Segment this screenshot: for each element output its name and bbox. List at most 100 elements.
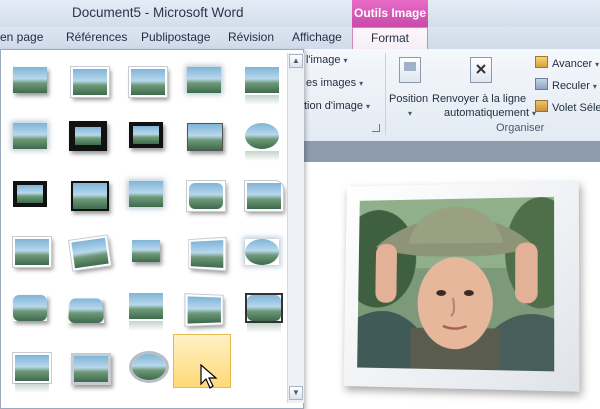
title-bar: Document5 - Microsoft Word Outils Image (0, 0, 600, 27)
thumb-picture (188, 296, 221, 323)
mouse-cursor-icon (200, 364, 218, 390)
picture-style-thumb[interactable] (13, 67, 47, 93)
picture-style-thumb[interactable] (69, 121, 107, 151)
bring-forward-button[interactable]: Avancer ▾ (535, 56, 599, 70)
picture-style-thumb[interactable] (71, 353, 111, 385)
tab-mise-en-page[interactable]: en page (0, 30, 43, 44)
thumb-picture (131, 69, 165, 95)
send-backward-button[interactable]: Reculer ▾ (535, 78, 597, 92)
picture-style-thumb[interactable] (132, 240, 160, 262)
position-button[interactable]: Position (389, 93, 428, 105)
picture-style-thumb[interactable] (245, 239, 279, 265)
dropdown-arrow-icon: ▾ (593, 82, 597, 91)
thumb-picture (245, 239, 279, 265)
photo-content (357, 197, 554, 372)
thumb-picture (15, 355, 49, 381)
thumb-picture (132, 354, 166, 380)
thumb-picture (73, 183, 107, 209)
picture-style-thumb[interactable] (71, 67, 109, 97)
dropdown-arrow-icon: ▾ (595, 60, 599, 69)
tab-format[interactable]: Format (352, 27, 428, 50)
window-title: Document5 - Microsoft Word (72, 5, 244, 20)
picture-style-thumb[interactable] (129, 122, 163, 148)
selection-pane-label: Volet Séle (552, 102, 600, 114)
tab-affichage[interactable]: Affichage (292, 30, 342, 44)
ribbon-item-images-label: es images (306, 77, 356, 89)
ribbon-item-images[interactable]: es images ▾ (306, 77, 363, 89)
tab-publipostage[interactable]: Publipostage (141, 30, 210, 44)
thumb-picture (73, 69, 107, 95)
picture-style-thumb[interactable] (245, 293, 283, 323)
thumb-picture (132, 240, 160, 262)
thumb-picture (245, 123, 279, 149)
picture-styles-gallery (0, 49, 304, 409)
tab-references[interactable]: Références (66, 30, 127, 44)
thumb-picture (187, 67, 221, 93)
thumb-picture (74, 356, 108, 382)
picture-style-thumb-selected[interactable] (185, 294, 222, 326)
thumb-picture (15, 239, 49, 265)
picture-style-thumb[interactable] (129, 181, 163, 207)
picture-style-thumb[interactable] (68, 298, 104, 323)
selected-picture[interactable] (344, 181, 580, 391)
wrap-text-button[interactable]: Renvoyer à la ligne (432, 93, 526, 105)
picture-style-thumb[interactable] (13, 353, 51, 383)
picture-style-thumb[interactable] (69, 236, 111, 271)
thumb-picture (71, 238, 108, 268)
thumb-picture (129, 181, 163, 207)
picture-style-thumb[interactable] (71, 181, 109, 211)
selection-pane-button[interactable]: Volet Séle (535, 100, 600, 114)
thumb-picture (191, 240, 223, 268)
ribbon-item-disposition-image[interactable]: tion d'image ▾ (304, 100, 370, 112)
ribbon-item-disposition-label: tion d'image (304, 100, 363, 112)
thumb-picture (13, 295, 47, 321)
ribbon-tabs: en page Références Publipostage Révision… (0, 27, 600, 50)
photo-image (357, 197, 554, 372)
thumb-picture (13, 67, 47, 93)
thumb-picture (68, 298, 104, 323)
thumb-picture (247, 295, 281, 321)
ribbon-item-image-label: l'image (306, 54, 341, 66)
dropdown-arrow-icon: ▾ (359, 79, 363, 88)
thumb-picture (75, 127, 101, 145)
dropdown-arrow-icon: ▾ (366, 102, 370, 111)
thumb-picture (13, 123, 47, 149)
thumb-picture (188, 124, 222, 150)
position-icon[interactable] (399, 57, 421, 83)
picture-style-thumb[interactable] (245, 67, 279, 93)
text-wrap-icon-glyph (476, 64, 486, 74)
picture-style-thumb[interactable] (189, 238, 225, 270)
picture-style-thumb[interactable] (13, 181, 47, 207)
wrap-text-button-label2: automatiquement (444, 107, 529, 119)
picture-style-thumb[interactable] (187, 181, 225, 211)
text-wrap-icon[interactable] (470, 57, 492, 83)
picture-style-thumb[interactable] (13, 123, 47, 149)
thumb-picture (129, 293, 163, 319)
scroll-down-icon[interactable]: ▼ (289, 386, 303, 400)
picture-style-thumb[interactable] (129, 67, 167, 97)
picture-style-thumb[interactable] (187, 123, 223, 151)
thumb-picture (247, 183, 281, 209)
tab-revision[interactable]: Révision (228, 30, 274, 44)
thumb-picture (245, 67, 279, 93)
gallery-scrollbar[interactable]: ▲ ▼ (287, 53, 304, 403)
selection-pane-icon (535, 100, 548, 112)
picture-style-thumb[interactable] (129, 293, 163, 319)
position-icon-glyph (404, 62, 416, 71)
picture-style-thumb[interactable] (129, 351, 169, 383)
group-label-organiser: Organiser (496, 122, 544, 134)
dropdown-arrow-icon: ▾ (344, 56, 348, 65)
picture-style-thumb[interactable] (13, 237, 51, 267)
picture-style-thumb[interactable] (187, 67, 221, 93)
thumb-picture (133, 126, 159, 144)
thumb-picture (189, 183, 223, 209)
scroll-up-icon[interactable]: ▲ (289, 54, 303, 68)
picture-style-thumb[interactable] (13, 295, 47, 321)
dialog-launcher-icon[interactable] (372, 124, 380, 132)
bring-forward-icon (535, 56, 548, 68)
picture-style-thumb[interactable] (245, 123, 279, 149)
ribbon-item-image[interactable]: l'image ▾ (306, 54, 348, 66)
group-separator (385, 53, 386, 135)
wrap-text-button-line2[interactable]: automatiquement ▾ (444, 107, 536, 119)
picture-style-thumb[interactable] (245, 181, 283, 211)
